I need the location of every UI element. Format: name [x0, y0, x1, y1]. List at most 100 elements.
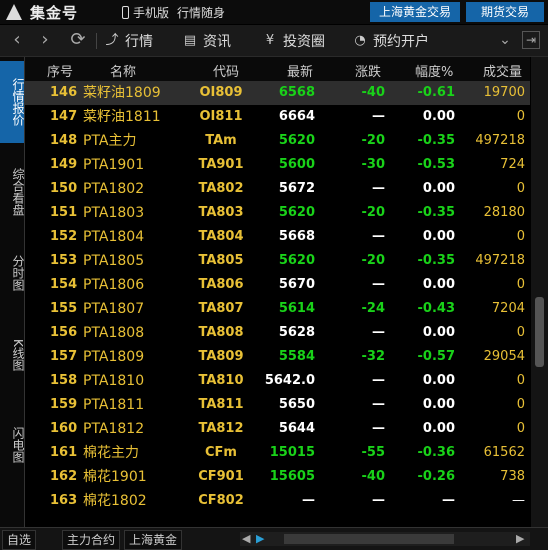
table-row[interactable]: 153 PTA1805 TA805 5620 -20 -0.35 497218 — [25, 249, 530, 273]
row-last-price: 5614 — [278, 301, 315, 316]
tab-overview[interactable]: 综合看盘 — [0, 151, 25, 233]
chevron-down-icon[interactable]: ⌄ — [496, 31, 514, 49]
row-code: TA802 — [198, 181, 244, 196]
row-code: TA812 — [198, 421, 244, 436]
scroll-end-icon[interactable]: ▶ — [516, 532, 524, 545]
row-name: PTA1808 — [83, 325, 145, 341]
row-percent: -0.35 — [417, 205, 455, 220]
row-name: PTA1809 — [83, 349, 145, 365]
row-percent: 0.00 — [422, 373, 455, 388]
table-row[interactable]: 151 PTA1803 TA803 5620 -20 -0.35 28180 — [25, 201, 530, 225]
scroll-left-icon[interactable]: ◀ — [242, 532, 250, 545]
table-row[interactable]: 162 棉花1901 CF901 15605 -40 -0.26 738 — [25, 465, 530, 489]
tab-flash-chart[interactable]: 闪电图 — [0, 413, 25, 477]
table-row[interactable]: 163 棉花1802 CF802 — — — — — [25, 489, 530, 513]
row-code: TA811 — [198, 397, 244, 412]
row-percent: 0.00 — [422, 109, 455, 124]
table-row[interactable]: 149 PTA1901 TA901 5600 -30 -0.53 724 — [25, 153, 530, 177]
row-percent: -0.43 — [417, 301, 455, 316]
row-percent: -0.53 — [417, 157, 455, 172]
row-last-price: 5642.0 — [264, 373, 315, 388]
row-volume: 724 — [500, 157, 525, 172]
header-code[interactable]: 代码 — [213, 61, 239, 80]
row-last-price: — — [302, 493, 315, 508]
row-last-price: 15015 — [269, 445, 315, 460]
chevron-left-icon[interactable]: ‹ — [8, 31, 26, 49]
table-row[interactable]: 160 PTA1812 TA812 5644 — 0.00 0 — [25, 417, 530, 441]
tab-k-line-chart[interactable]: K线图 — [0, 323, 25, 387]
mobile-version-link[interactable]: 手机版 行情随身 — [122, 4, 225, 20]
tab-shanghai-gold-trade[interactable]: 上海黄金交易 — [370, 2, 460, 22]
tab-shanghai-gold[interactable]: 上海黄金 — [124, 530, 183, 550]
row-volume: 0 — [516, 373, 525, 388]
header-percent[interactable]: 幅度% — [415, 61, 453, 80]
row-percent: -0.26 — [417, 469, 455, 484]
table-row[interactable]: 150 PTA1802 TA802 5672 — 0.00 0 — [25, 177, 530, 201]
app-logo: 集金号 — [6, 2, 78, 22]
row-last-price: 5600 — [278, 157, 315, 172]
row-last-price: 5584 — [278, 349, 315, 364]
row-code: TAm — [205, 133, 237, 148]
row-index: 148 — [50, 133, 78, 148]
table-row[interactable]: 154 PTA1806 TA806 5670 — 0.00 0 — [25, 273, 530, 297]
horizontal-scroll-thumb[interactable] — [284, 534, 454, 544]
row-index: 161 — [50, 445, 78, 460]
table-row[interactable]: 152 PTA1804 TA804 5668 — 0.00 0 — [25, 225, 530, 249]
row-code: TA810 — [198, 373, 244, 388]
table-row[interactable]: 156 PTA1808 TA808 5628 — 0.00 0 — [25, 321, 530, 345]
row-volume: 497218 — [475, 133, 525, 148]
collapse-panel-icon[interactable]: ⇥ — [522, 31, 540, 49]
tab-futures-trade[interactable]: 期货交易 — [466, 2, 544, 22]
header-last[interactable]: 最新 — [287, 61, 313, 80]
tab-intraday-chart[interactable]: 分时图 — [0, 241, 25, 305]
row-change: — — [372, 181, 385, 196]
row-percent: 0.00 — [422, 397, 455, 412]
row-index: 157 — [50, 349, 78, 364]
table-row[interactable]: 161 棉花主力 CFm 15015 -55 -0.36 61562 — [25, 441, 530, 465]
menu-open-account[interactable]: ◔ 预约开户 — [352, 25, 429, 56]
quote-table: 序号 名称 代码 最新 涨跌 幅度% 成交量 146 菜籽油1809 OI809 65… — [25, 57, 530, 519]
mobile-label: 手机版 — [133, 5, 170, 20]
trend-icon: ⤴ — [105, 32, 119, 48]
logo-icon — [6, 4, 22, 20]
chevron-right-icon[interactable]: › — [36, 31, 54, 49]
table-row[interactable]: 155 PTA1807 TA807 5614 -24 -0.43 7204 — [25, 297, 530, 321]
horizontal-scrollbar[interactable]: ◀ ▶ ▶ — [240, 532, 530, 546]
header-name[interactable]: 名称 — [110, 61, 136, 80]
table-row[interactable]: 157 PTA1809 TA809 5584 -32 -0.57 29054 — [25, 345, 530, 369]
table-row[interactable]: 158 PTA1810 TA810 5642.0 — 0.00 0 — [25, 369, 530, 393]
row-code: TA807 — [198, 301, 244, 316]
row-percent: 0.00 — [422, 325, 455, 340]
bottom-bar: 自选 主力合约 上海黄金 ◀ ▶ ▶ — [0, 527, 548, 550]
menu-news[interactable]: ▤ 资讯 — [182, 25, 231, 56]
vertical-scrollbar[interactable] — [531, 57, 548, 527]
scroll-right-icon[interactable]: ▶ — [256, 532, 264, 545]
tab-watchlist[interactable]: 自选 — [2, 530, 37, 550]
menu-investment-circle[interactable]: ¥ 投资圈 — [262, 25, 325, 56]
table-header: 序号 名称 代码 最新 涨跌 幅度% 成交量 — [25, 57, 530, 81]
row-last-price: 5672 — [278, 181, 315, 196]
table-row[interactable]: 147 菜籽油1811 OI811 6664 — 0.00 0 — [25, 105, 530, 129]
row-last-price: 5620 — [278, 253, 315, 268]
row-change: -32 — [361, 349, 386, 364]
refresh-icon[interactable]: ⟳ — [66, 31, 90, 49]
row-last-price: 6664 — [278, 109, 315, 124]
tab-main-contracts[interactable]: 主力合约 — [62, 530, 121, 550]
left-tab-bar: 行情报价 综合看盘 分时图 K线图 闪电图 — [0, 57, 25, 527]
menu-quotes[interactable]: ⤴ 行情 — [104, 25, 153, 56]
row-change: -20 — [361, 133, 386, 148]
header-change[interactable]: 涨跌 — [355, 61, 381, 80]
row-volume: 0 — [516, 109, 525, 124]
header-index[interactable]: 序号 — [47, 61, 73, 80]
row-percent: 0.00 — [422, 181, 455, 196]
table-row[interactable]: 146 菜籽油1809 OI809 6568 -40 -0.61 19700 — [25, 81, 530, 105]
table-row[interactable]: 148 PTA主力 TAm 5620 -20 -0.35 497218 — [25, 129, 530, 153]
row-code: TA809 — [198, 349, 244, 364]
table-row[interactable]: 159 PTA1811 TA811 5650 — 0.00 0 — [25, 393, 530, 417]
row-percent: — — [442, 493, 455, 508]
tab-quotes[interactable]: 行情报价 — [0, 61, 25, 143]
row-change: — — [372, 373, 385, 388]
header-volume[interactable]: 成交量 — [483, 61, 522, 80]
scroll-thumb[interactable] — [535, 297, 544, 367]
row-volume: 0 — [516, 277, 525, 292]
